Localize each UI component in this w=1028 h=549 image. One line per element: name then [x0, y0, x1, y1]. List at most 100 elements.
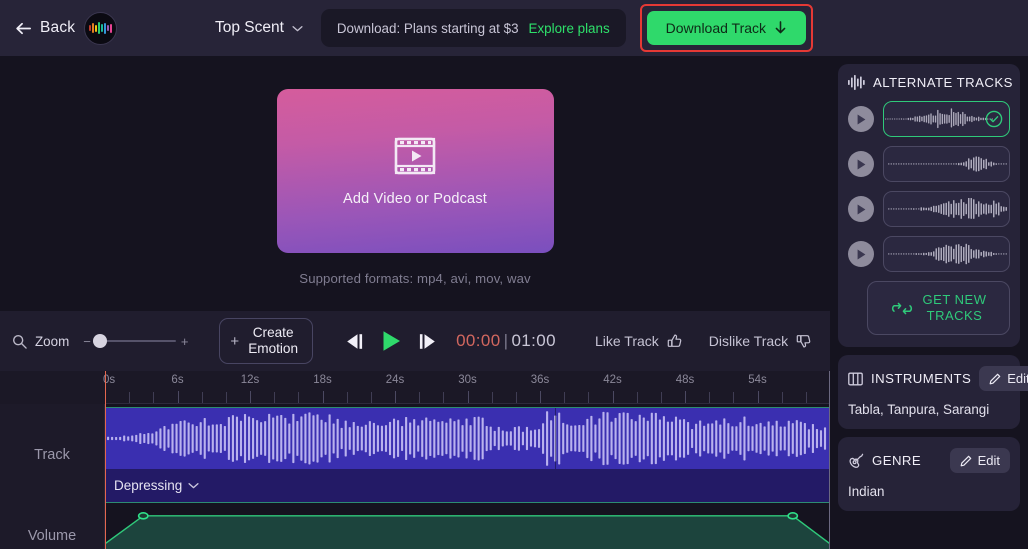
ruler-label: 48s	[675, 374, 695, 386]
timeline-row-track: Track Depressing	[0, 404, 830, 506]
create-emotion-button[interactable]: + Create Emotion	[219, 318, 314, 364]
create-emotion-label: Create Emotion	[248, 325, 298, 356]
create-emotion-line1: Create	[252, 325, 294, 341]
timeline-rows: Track Depressing Volume	[0, 404, 830, 549]
alternate-tracks-list	[848, 101, 1010, 272]
get-new-tracks-button[interactable]: GET NEW TRACKS	[867, 281, 1010, 335]
emotion-lane[interactable]: Depressing	[105, 469, 830, 502]
thumbs-down-icon	[796, 333, 812, 349]
equalizer-icon	[848, 75, 865, 90]
instruments-header: INSTRUMENTS Edit	[848, 366, 1028, 391]
alternate-track-item[interactable]	[848, 146, 1010, 182]
header-left: Back	[0, 11, 118, 45]
timeline-ruler-lane[interactable]: 0s 6s 12s 18s 24s 30s 36s 42s 48s 54s	[103, 371, 830, 404]
promo-text: Download: Plans starting at $3	[336, 20, 519, 36]
app-header: Back Top Scent Download: Plans starting …	[0, 0, 1028, 56]
like-track-button[interactable]: Like Track	[595, 333, 683, 349]
skip-previous-button[interactable]	[344, 333, 366, 350]
explore-plans-link[interactable]: Explore plans	[529, 21, 610, 36]
play-icon[interactable]	[848, 151, 874, 177]
ruler-label: 30s	[458, 374, 477, 386]
header-center: Top Scent Download: Plans starting at $3…	[0, 0, 1028, 56]
alternate-track-card[interactable]	[883, 236, 1010, 272]
dislike-track-label: Dislike Track	[708, 333, 789, 349]
playhead[interactable]	[105, 371, 106, 549]
pencil-icon	[960, 455, 972, 467]
check-circle-icon	[985, 110, 1003, 128]
zoom-slider-track[interactable]	[92, 334, 176, 348]
ruler-label: 18s	[313, 374, 332, 386]
keyboard-icon	[848, 372, 863, 386]
timeline: 0s 6s 12s 18s 24s 30s 36s 42s 48s 54s Track	[0, 371, 830, 549]
volume-clip-area[interactable]	[105, 506, 830, 549]
download-track-label: Download Track	[665, 20, 767, 36]
genre-title: GENRE	[872, 453, 922, 468]
ruler-label: 36s	[530, 374, 550, 386]
play-icon[interactable]	[848, 196, 874, 222]
alternate-track-card[interactable]	[883, 146, 1010, 182]
editor-main: Add Video or Podcast Supported formats: …	[0, 56, 830, 549]
track-clip-area[interactable]: Depressing	[105, 404, 830, 506]
promo-banner[interactable]: Download: Plans starting at $3 Explore p…	[320, 9, 626, 47]
alternate-track-item[interactable]	[848, 191, 1010, 227]
plus-icon: +	[230, 332, 240, 350]
zoom-label: Zoom	[35, 333, 70, 349]
genre-edit-button[interactable]: Edit	[949, 448, 1010, 473]
transport-controls	[344, 329, 438, 353]
refresh-icon	[891, 301, 913, 316]
chevron-down-icon	[188, 482, 199, 489]
genre-header: GENRE Edit	[848, 448, 1010, 473]
create-emotion-line2: Emotion	[248, 341, 299, 356]
alternate-track-item[interactable]	[848, 101, 1010, 137]
download-track-highlight: Download Track	[639, 4, 814, 52]
timecode-display: 00:00 | 01:00	[456, 331, 556, 351]
skip-next-button[interactable]	[416, 333, 438, 350]
zoom-slider-knob[interactable]	[92, 334, 107, 348]
track-row-label: Track	[0, 404, 105, 506]
instruments-value: Tabla, Tanpura, Sarangi	[848, 402, 990, 417]
instruments-title: INSTRUMENTS	[871, 371, 972, 386]
volume-handle	[788, 513, 797, 519]
ruler-label: 42s	[603, 374, 622, 386]
get-new-tracks-row: GET NEW TRACKS	[848, 281, 1010, 335]
like-track-label: Like Track	[594, 333, 659, 349]
pencil-icon	[989, 373, 1001, 385]
video-stage: Add Video or Podcast Supported formats: …	[0, 56, 830, 311]
zoom-slider[interactable]: − +	[83, 334, 189, 348]
thumbs-up-icon	[667, 333, 683, 349]
app-logo-waveform[interactable]	[84, 11, 118, 45]
alternate-track-card-selected[interactable]	[883, 101, 1010, 137]
guitar-icon	[848, 453, 864, 468]
alternate-track-card[interactable]	[883, 191, 1010, 227]
emotion-dropdown[interactable]: Depressing	[114, 478, 199, 493]
audio-clip[interactable]	[105, 407, 830, 469]
add-video-label: Add Video or Podcast	[343, 190, 487, 207]
back-label: Back	[40, 19, 76, 36]
alternate-track-item[interactable]	[848, 236, 1010, 272]
add-video-dropzone[interactable]: Add Video or Podcast	[276, 89, 554, 253]
download-track-button[interactable]: Download Track	[646, 11, 807, 45]
zoom-minus-label[interactable]: −	[83, 335, 91, 348]
instruments-panel: INSTRUMENTS Edit Tabla, Tanpura, Sarangi	[838, 355, 1028, 429]
rating-controls: Like Track Dislike Track	[595, 333, 812, 349]
current-time: 00:00	[456, 331, 501, 350]
right-sidebar: ALTERNATE TRACKS GET NEW TRACKS INSTRUME…	[830, 56, 1028, 549]
timeline-ruler[interactable]: 0s 6s 12s 18s 24s 30s 36s 42s 48s 54s	[0, 371, 830, 404]
volume-envelope[interactable]	[105, 510, 830, 549]
total-time: 01:00	[511, 331, 556, 350]
project-title-dropdown[interactable]: Top Scent	[215, 19, 303, 37]
get-new-tracks-line2: TRACKS	[926, 308, 983, 323]
play-icon[interactable]	[848, 106, 874, 132]
arrow-left-icon	[14, 19, 33, 38]
play-button[interactable]	[379, 329, 403, 353]
skip-next-icon	[416, 333, 438, 350]
back-button[interactable]: Back	[14, 19, 75, 38]
volume-row-label: Volume	[0, 506, 105, 549]
zoom-plus-label[interactable]: +	[181, 335, 189, 348]
instruments-edit-button[interactable]: Edit	[979, 366, 1028, 391]
dislike-track-button[interactable]: Dislike Track	[709, 333, 812, 349]
genre-value: Indian	[848, 484, 885, 499]
supported-formats-text: Supported formats: mp4, avi, mov, wav	[299, 271, 531, 286]
app-body: Add Video or Podcast Supported formats: …	[0, 56, 1028, 549]
play-icon[interactable]	[848, 241, 874, 267]
